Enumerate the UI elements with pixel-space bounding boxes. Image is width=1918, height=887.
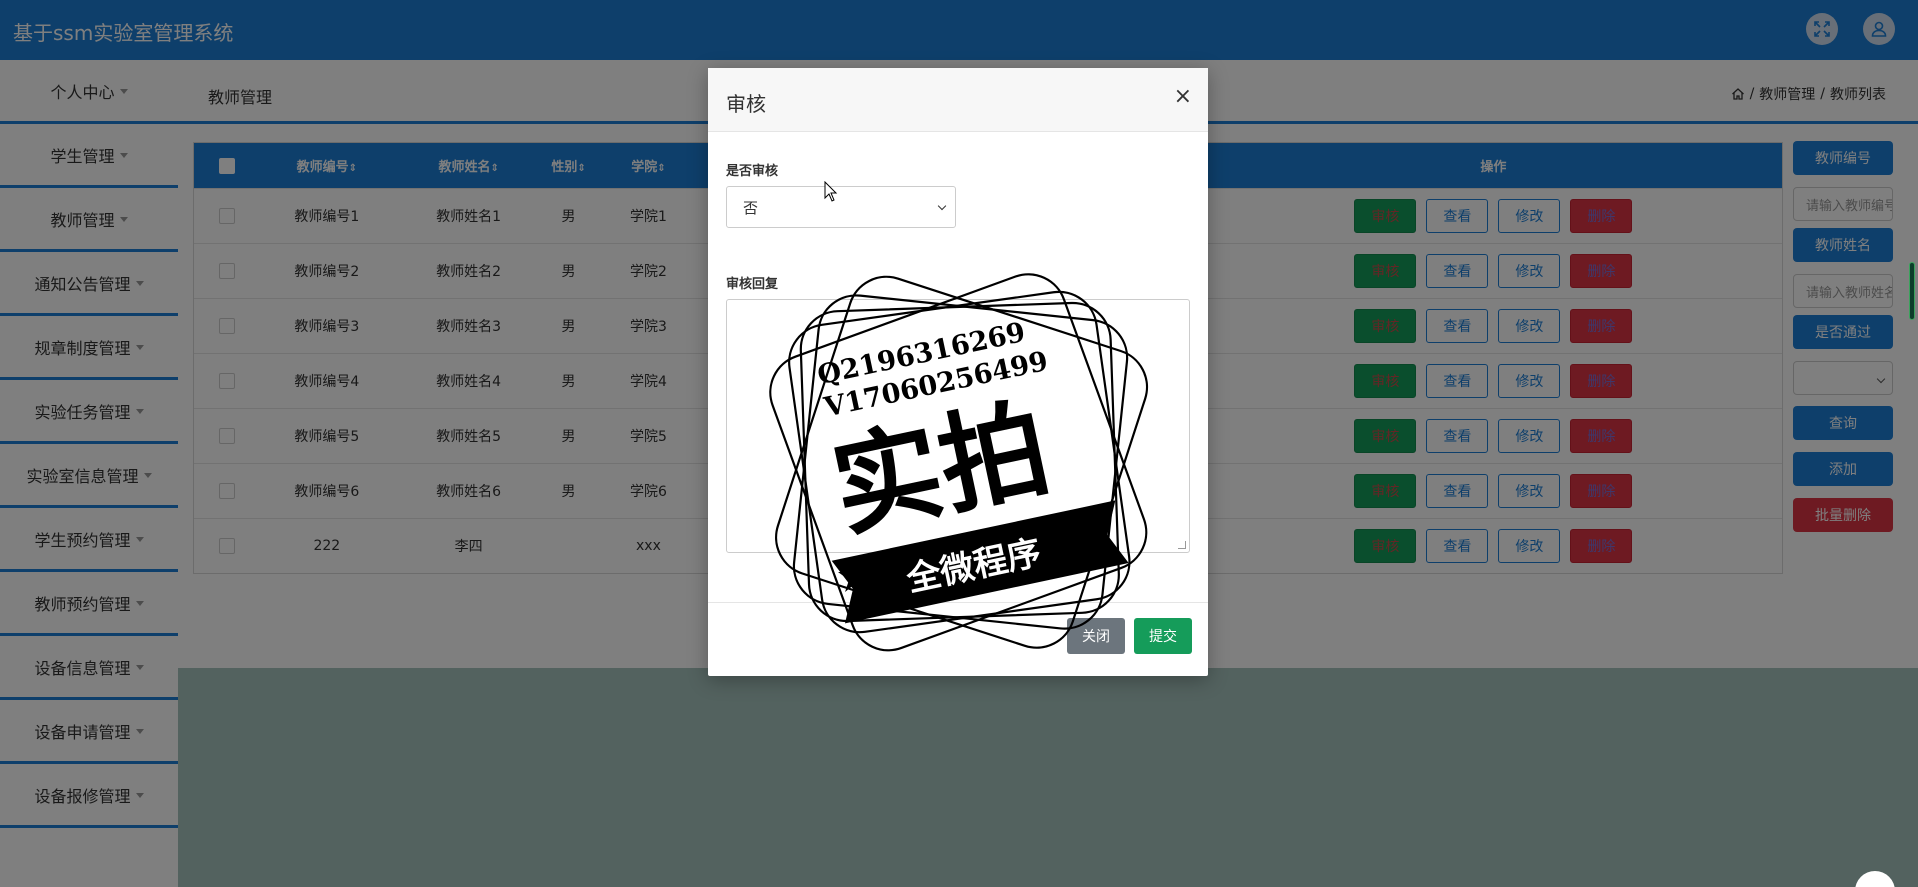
- audit-select-value: 否: [743, 198, 759, 217]
- dialog-footer: [708, 602, 1208, 676]
- audit-select[interactable]: 否: [726, 186, 956, 228]
- reply-textarea[interactable]: [726, 299, 1190, 553]
- dialog-title: 审核: [726, 92, 766, 116]
- audit-field-label: 是否审核: [726, 164, 779, 179]
- close-icon[interactable]: ×: [1174, 86, 1192, 108]
- reply-field-label: 审核回复: [726, 277, 779, 292]
- mouse-cursor-icon: [824, 181, 838, 202]
- scrollbar-thumb[interactable]: [1909, 262, 1915, 320]
- chevron-down-icon: [937, 201, 947, 211]
- audit-dialog: 审核 × 是否审核 否 审核回复 关闭 提交: [708, 68, 1208, 676]
- close-button[interactable]: 关闭: [1067, 618, 1125, 654]
- resize-handle-icon[interactable]: [1178, 541, 1186, 549]
- submit-button[interactable]: 提交: [1134, 618, 1192, 654]
- dialog-header: 审核 ×: [708, 68, 1208, 132]
